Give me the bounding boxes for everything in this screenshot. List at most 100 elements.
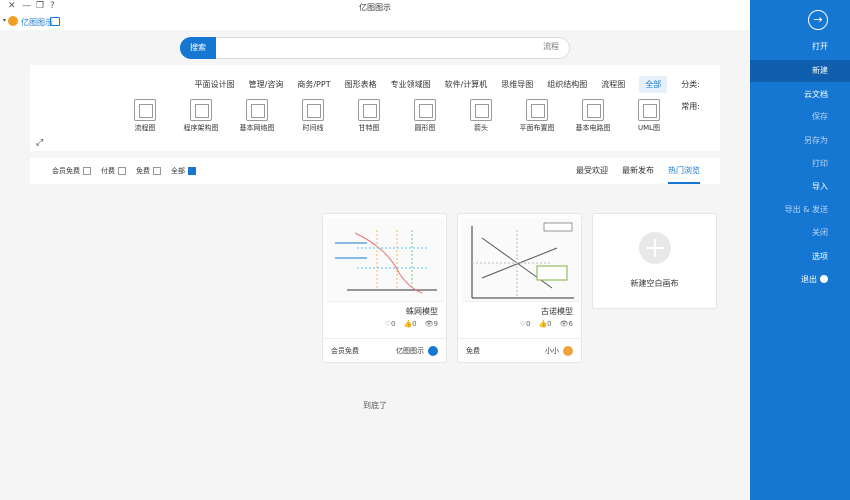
category-mindmap[interactable]: 思维导图 [501, 79, 533, 90]
app-name[interactable]: 亿图图示 [21, 17, 53, 28]
floorplan-icon [526, 99, 548, 121]
category-professional[interactable]: 专业领域图 [391, 79, 431, 90]
end-of-list-text: 到底了 [363, 401, 387, 410]
chart-thumbnail-icon [335, 230, 437, 294]
common-item-network[interactable]: 基本网络图 [236, 99, 278, 133]
gantt-icon [358, 99, 380, 121]
app-logo-icon [8, 16, 18, 26]
author[interactable]: 亿图图示 [396, 346, 438, 356]
template-card[interactable]: 蛛网模型 👁9 👍0 ♡0 亿图图示 会员免费 [322, 213, 447, 363]
title-bar: ✕ — ❐ ? 亿图图示 [0, 0, 750, 14]
category-graphic-design[interactable]: 平面设计图 [195, 79, 235, 90]
category-management[interactable]: 管理/咨询 [249, 79, 284, 90]
arrow-icon [470, 99, 492, 121]
sidebar-item-export[interactable]: 导出 & 发送 [750, 199, 850, 221]
new-blank-canvas-card[interactable]: 新建空白画布 [592, 213, 717, 309]
new-canvas-label: 新建空白画布 [630, 279, 679, 288]
card-footer: 小小 免费 [458, 338, 581, 362]
filter-all[interactable]: 全部 [171, 166, 196, 176]
sidebar-item-close[interactable]: 关闭 [750, 222, 850, 244]
category-panel: 分类: 全部 流程图 组织结构图 思维导图 软件/计算机 专业领域图 图形表格 … [30, 65, 720, 151]
checkbox-icon[interactable] [83, 167, 91, 175]
template-stats: 👁6 👍0 ♡0 [520, 320, 573, 328]
views-icon: 👁6 [559, 320, 573, 328]
file-sidebar: → 打开 新建 云文档 保存 另存为 打印 导入 导出 & 发送 关闭 选项 退… [750, 0, 850, 500]
author[interactable]: 小小 [545, 346, 573, 356]
avatar [428, 346, 438, 356]
sort-tabs: 热门浏览 最新发布 最受欢迎 [576, 158, 700, 184]
template-title[interactable]: 蛛网模型 [406, 306, 438, 317]
common-item-architecture[interactable]: 程序架构图 [180, 99, 222, 133]
template-card[interactable]: 古诺模型 👁6 👍0 ♡0 小小 免费 [457, 213, 582, 363]
template-thumbnail [462, 218, 579, 302]
chart-thumbnail-icon [471, 222, 574, 299]
filter-paid[interactable]: 付费 [101, 166, 126, 176]
tab-favorite[interactable]: 最受欢迎 [576, 158, 608, 184]
like-icon[interactable]: 👍0 [538, 320, 551, 328]
common-item-gantt[interactable]: 甘特图 [348, 99, 390, 133]
timeline-icon [302, 99, 324, 121]
search-button[interactable]: 搜索 [180, 37, 216, 59]
sidebar-item-exit[interactable]: 退出 [750, 269, 850, 291]
sidebar-item-save[interactable]: 保存 [750, 106, 850, 128]
common-item-circle[interactable]: 圆形图 [404, 99, 446, 133]
price-label: 免费 [466, 347, 480, 355]
filter-member[interactable]: 会员免费 [52, 166, 91, 176]
code-icon [190, 99, 212, 121]
checkbox-icon[interactable] [188, 167, 196, 175]
filter-free[interactable]: 免费 [136, 166, 161, 176]
common-item-flowchart[interactable]: 流程图 [124, 99, 166, 133]
category-software[interactable]: 软件/计算机 [445, 79, 488, 90]
checkbox-icon[interactable] [118, 167, 126, 175]
common-item-timeline[interactable]: 时间线 [292, 99, 334, 133]
template-title[interactable]: 古诺模型 [541, 306, 573, 317]
template-thumbnail [327, 218, 444, 302]
category-org-chart[interactable]: 组织结构图 [547, 79, 587, 90]
price-filters: 全部 免费 付费 会员免费 [52, 166, 196, 176]
card-footer: 亿图图示 会员免费 [323, 338, 446, 362]
uml-icon [638, 99, 660, 121]
expand-icon[interactable]: ⤢ [36, 138, 43, 148]
exit-icon [820, 275, 828, 283]
window-title: 亿图图示 [359, 3, 391, 12]
sidebar-item-save-as[interactable]: 另存为 [750, 130, 850, 152]
sidebar-item-cloud[interactable]: 云文档 [750, 84, 850, 106]
common-label: 常用: [681, 102, 700, 111]
search-input[interactable] [359, 42, 559, 51]
app-bar: ▾ 亿图图示 [0, 14, 750, 30]
circuit-icon [582, 99, 604, 121]
category-row: 分类: 全部 流程图 组织结构图 思维导图 软件/计算机 专业领域图 图形表格 … [195, 75, 700, 93]
search-bar: 搜索 [180, 37, 570, 59]
template-stats: 👁9 👍0 ♡0 [385, 320, 438, 328]
template-gallery: 搜索 分类: 全部 流程图 组织结构图 思维导图 软件/计算机 专业领域图 图形… [0, 30, 750, 500]
avatar [563, 346, 573, 356]
sidebar-item-new[interactable]: 新建 [750, 60, 850, 82]
heart-icon[interactable]: ♡0 [520, 320, 531, 328]
tab-popular[interactable]: 热门浏览 [668, 158, 700, 184]
category-business[interactable]: 商务/PPT [297, 79, 330, 90]
heart-icon[interactable]: ♡0 [385, 320, 396, 328]
category-flowchart[interactable]: 流程图 [601, 79, 625, 90]
sidebar-item-options[interactable]: 选项 [750, 246, 850, 268]
back-arrow-icon[interactable]: → [808, 10, 828, 30]
flowchart-icon [134, 99, 156, 121]
tab-newest[interactable]: 最新发布 [622, 158, 654, 184]
checkbox-icon[interactable] [153, 167, 161, 175]
common-item-floorplan[interactable]: 平面布置图 [516, 99, 558, 133]
message-icon[interactable] [50, 17, 60, 26]
sidebar-item-import[interactable]: 导入 [750, 176, 850, 198]
sidebar-item-print[interactable]: 打印 [750, 153, 850, 175]
common-row: UML图 基本电路图 平面布置图 箭头 圆形图 甘特图 时间线 基本网络图 程序… [124, 99, 670, 133]
like-icon[interactable]: 👍0 [403, 320, 416, 328]
category-graphics[interactable]: 图形表格 [345, 79, 377, 90]
common-item-uml[interactable]: UML图 [628, 99, 670, 133]
circle-icon [414, 99, 436, 121]
plus-icon [639, 232, 671, 264]
common-item-arrows[interactable]: 箭头 [460, 99, 502, 133]
common-item-circuit[interactable]: 基本电路图 [572, 99, 614, 133]
category-all[interactable]: 全部 [639, 75, 668, 93]
category-label: 分类: [681, 79, 700, 89]
price-label: 会员免费 [331, 347, 359, 355]
dropdown-icon[interactable]: ▾ [3, 17, 6, 24]
sidebar-item-open[interactable]: 打开 [750, 36, 850, 58]
